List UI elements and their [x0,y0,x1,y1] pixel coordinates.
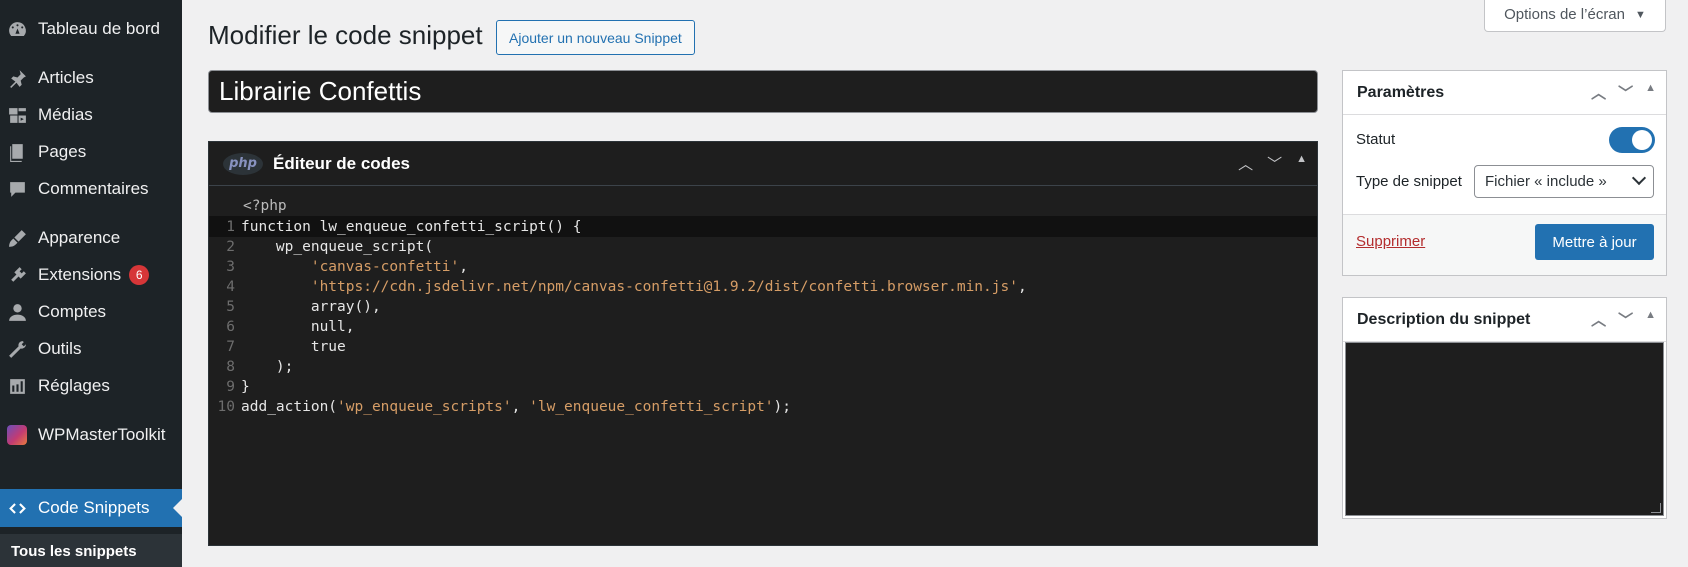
box-controls: ︿ ﹀ ▲ [1238,153,1307,174]
caret-down-icon: ▼ [1635,8,1646,21]
status-label: Statut [1356,131,1396,148]
sidebar-item-extensions[interactable]: Extensions 6 [0,256,182,294]
sidebar-item-outils[interactable]: Outils [0,330,182,368]
code-line: 9} [226,378,250,395]
screen-options-label: Options de l’écran [1504,6,1625,23]
page-title: Modifier le code snippet [208,20,483,50]
sidebar-item-medias[interactable]: Médias [0,96,182,134]
php-open-tag: <?php [243,198,287,214]
snippet-title-input[interactable]: Librairie Confettis [208,70,1318,113]
tools-icon [6,338,28,360]
parametres-header: Paramètres ︿ ﹀ ▲ [1343,71,1666,115]
users-icon [6,301,28,323]
php-logo-icon: php [223,152,263,175]
sidebar-item-label: Articles [38,68,94,87]
update-count-badge: 6 [129,265,150,285]
comments-icon [6,178,28,200]
code-line: 1 function lw_enqueue_confetti_script() { [209,216,1317,237]
code-editor-header: php Éditeur de codes ︿ ﹀ ▲ [209,142,1317,186]
code-icon [6,497,28,519]
move-down-icon[interactable]: ﹀ [1618,82,1633,103]
sidebar-item-label: Extensions [38,265,122,284]
box-controls: ︿ ﹀ ▲ [1591,309,1656,330]
sidebar-item-label: Médias [38,105,93,124]
move-up-icon[interactable]: ︿ [1591,309,1606,330]
code-line: 2 wp_enqueue_script( [226,238,434,255]
toggle-panel-icon[interactable]: ▲ [1645,82,1656,103]
code-editor-title: Éditeur de codes [273,153,410,173]
move-up-icon[interactable]: ︿ [1238,153,1253,174]
submenu-item-all-snippets[interactable]: Tous les snippets [11,543,137,560]
wpmastertoolkit-icon [6,424,28,446]
code-line: 3 'canvas-confetti', [226,258,468,275]
move-up-icon[interactable]: ︿ [1591,82,1606,103]
toggle-panel-icon[interactable]: ▲ [1296,153,1307,174]
add-new-snippet-button[interactable]: Ajouter un nouveau Snippet [496,20,695,55]
sidebar-item-label: Pages [38,142,87,161]
sidebar-item-apparence[interactable]: Apparence [0,219,182,257]
code-snippets-submenu: Tous les snippets [0,534,182,567]
box-controls: ︿ ﹀ ▲ [1591,82,1656,103]
sidebar-item-label: Apparence [38,228,121,247]
sidebar-item-label: WPMasterToolkit [38,425,166,444]
sidebar-item-code-snippets[interactable]: Code Snippets [0,489,182,527]
plugins-icon [6,264,28,286]
move-down-icon[interactable]: ﹀ [1618,309,1633,330]
sidebar-item-label: Code Snippets [38,498,150,517]
code-editor-box: php Éditeur de codes ︿ ﹀ ▲ <?php 1 functi… [208,141,1318,546]
delete-link[interactable]: Supprimer [1356,233,1425,250]
chevron-down-icon [1631,170,1647,186]
sidebar-item-label: Outils [38,339,82,358]
sidebar-item-label: Réglages [38,376,110,395]
sidebar-item-commentaires[interactable]: Commentaires [0,170,182,208]
dashboard-icon [6,18,28,40]
appearance-icon [6,227,28,249]
code-line: 4 'https://cdn.jsdelivr.net/npm/canvas-c… [226,278,1027,295]
update-button[interactable]: Mettre à jour [1535,224,1654,260]
snippet-type-label: Type de snippet [1356,173,1462,190]
sidebar-item-pages[interactable]: Pages [0,133,182,171]
move-down-icon[interactable]: ﹀ [1267,153,1282,174]
admin-sidebar: Tableau de bord Articles Médias Pages Co… [0,0,182,567]
snippet-type-value: Fichier « include » [1485,173,1607,190]
sidebar-item-dashboard[interactable]: Tableau de bord [0,10,182,48]
pages-icon [6,141,28,163]
status-toggle[interactable] [1609,127,1655,153]
sidebar-item-reglages[interactable]: Réglages [0,367,182,405]
sidebar-item-label: Tableau de bord [38,19,160,38]
pin-icon [6,67,28,89]
parametres-title: Paramètres [1357,83,1445,101]
active-indicator [173,499,182,517]
media-icon [6,104,28,126]
settings-icon [6,375,28,397]
sidebar-item-comptes[interactable]: Comptes [0,293,182,331]
code-line: 8 ); [226,358,294,375]
sidebar-item-wpmastertoolkit[interactable]: WPMasterToolkit [0,416,182,454]
description-header: Description du snippet ︿ ﹀ ▲ [1343,298,1666,342]
description-textarea[interactable] [1345,342,1664,516]
screen-options-button[interactable]: Options de l’écran ▼ [1484,0,1666,32]
code-line: 5 array(), [226,298,381,315]
code-line: 10 add_action('wp_enqueue_scripts', 'lw_e… [217,398,792,415]
code-line: 7 true [226,338,346,355]
resize-handle-icon[interactable] [1651,503,1661,513]
sidebar-item-label: Comptes [38,302,107,321]
toggle-panel-icon[interactable]: ▲ [1645,309,1656,330]
sidebar-item-label: Commentaires [38,179,149,198]
sidebar-item-articles[interactable]: Articles [0,59,182,97]
snippet-type-select[interactable]: Fichier « include » [1474,165,1654,198]
code-line: 6 null, [226,318,355,335]
description-title: Description du snippet [1357,310,1531,328]
